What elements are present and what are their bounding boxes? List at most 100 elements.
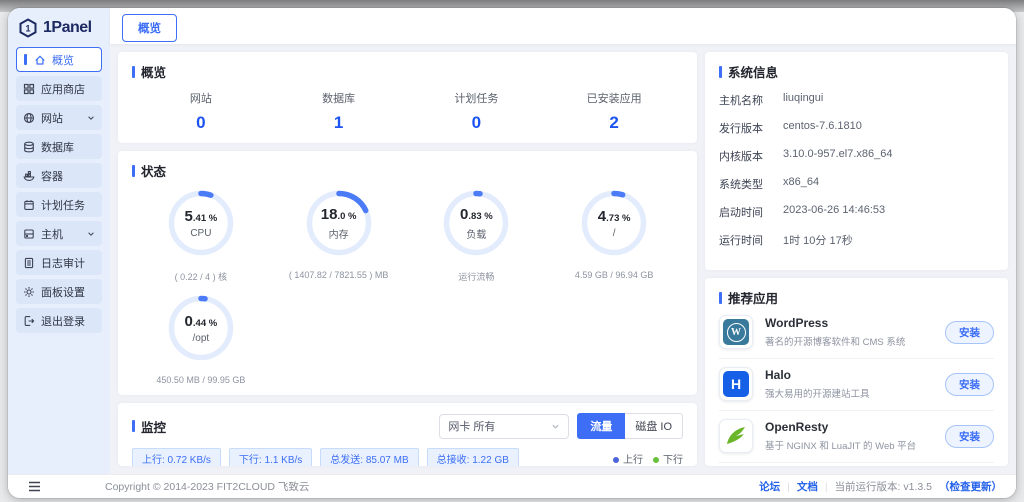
recommended-apps-card: 推荐应用 W WordPress 著名的开源博客软件和 CMS 系统 安装 H [705,278,1008,466]
gauge-caption: 4.59 GB / 96.94 GB [574,270,654,280]
legend-down-label: 下行 [663,455,683,466]
sidebar-item-overview[interactable]: 概览 [16,47,102,72]
gauge-caption: 450.50 MB / 99.95 GB [156,375,246,385]
install-wordpress-button[interactable]: 安装 [945,320,994,344]
legend-down-dot [653,457,659,463]
hamburger-icon[interactable] [28,481,41,492]
tag-total-sent: 总发送: 85.07 MB [320,448,419,466]
app-row-openresty: OpenResty 基于 NGINX 和 LuaJIT 的 Web 平台 安装 [719,411,994,463]
legend-down[interactable]: 下行 [653,451,683,466]
version-text: 当前运行版本: v1.3.5 [834,481,932,493]
gauge-value-frac: .0 % [337,210,357,222]
grid-icon [23,83,35,94]
docs-link[interactable]: 文档 [797,479,818,494]
wordpress-icon: W [719,315,753,349]
section-marker [719,65,722,78]
legend-up[interactable]: 上行 [613,451,643,466]
divider: | [824,480,828,493]
sidebar-item-host[interactable]: 主机 [16,221,102,246]
gauge-value: 0 [184,312,193,330]
chevron-down-icon [88,115,94,120]
app-row-halo: H Halo 强大易用的开源建站工具 安装 [719,359,994,411]
sidebar-item-label: 退出登录 [41,315,85,328]
app-window: 1 1Panel 概览 应用商店 网站 数据库 容器 计划任务 主机 日志审计 … [8,8,1016,498]
chevron-down-icon [88,231,94,236]
install-openresty-button[interactable]: 安装 [945,424,994,448]
app-name: WordPress [765,316,829,330]
monitor-card: 监控 网卡 所有 流量 磁盘 IO 上行: 0.72 KB/s 下行: 1.1 … [118,403,697,466]
sidebar-item-website[interactable]: 网站 [16,105,102,130]
stat-databases: 数据库 1 [270,90,408,133]
forum-link[interactable]: 论坛 [759,479,780,494]
tab-overview[interactable]: 概览 [122,14,177,42]
sidebar-item-cronjob[interactable]: 计划任务 [16,192,102,217]
stat-label: 已安装应用 [586,93,642,105]
sidebar-item-logout[interactable]: 退出登录 [16,308,102,333]
sidebar-item-label: 计划任务 [41,199,85,212]
gauge-value-frac: .73 % [606,212,631,224]
sidebar-item-container[interactable]: 容器 [16,163,102,188]
openresty-icon [719,419,753,453]
install-halo-button[interactable]: 安装 [945,372,994,396]
gauge-opt-disk: 0.44 % /opt 450.50 MB / 99.95 GB [132,293,270,385]
app-desc: 著名的开源博客软件和 CMS 系统 [765,337,906,348]
main-area: 概览 概览 网站 0 数据库 1 计划任务 0 已安装应用 2 状态 5.41 … [110,8,1016,474]
stat-websites: 网站 0 [132,90,270,133]
tag-total-received: 总接收: 1.22 GB [426,448,519,466]
sidebar-item-label: 概览 [52,54,74,67]
gauge-value: 18 [320,205,338,223]
status-card: 状态 5.41 % CPU (0.22 / 4) 核 18.0 % 内存 (… [118,151,697,395]
traffic-button[interactable]: 流量 [577,413,626,439]
gauge-label: CPU [190,227,212,239]
section-marker [132,65,135,78]
overview-card: 概览 网站 0 数据库 1 计划任务 0 已安装应用 2 [118,52,697,143]
sidebar-item-settings[interactable]: 面板设置 [16,279,102,304]
stat-cronjobs: 计划任务 0 [408,90,546,133]
info-row-hostname: 主机名称 liuqingui [719,92,824,107]
tag-upstream: 上行: 0.72 KB/s [132,448,221,466]
disk-io-button[interactable]: 磁盘 IO [625,413,683,439]
tag-downstream: 下行: 1.1 KB/s [228,448,313,466]
legend-up-label: 上行 [623,455,643,466]
app-row-wordpress: W WordPress 著名的开源博客软件和 CMS 系统 安装 [719,307,994,359]
system-info-card: 系统信息 主机名称 liuqingui 发行版本 centos-7.6.1810 内… [705,52,1008,270]
sidebar-item-label: 网站 [41,112,63,125]
sidebar: 1 1Panel 概览 应用商店 网站 数据库 容器 计划任务 主机 日志审计 … [8,8,110,474]
stat-value-link[interactable]: 0 [132,113,270,133]
stat-value-link[interactable]: 2 [545,113,683,133]
selected-indicator [24,54,27,65]
stat-label: 网站 [189,93,212,105]
container-icon [23,170,35,181]
brand-logo[interactable]: 1 1Panel [8,8,110,47]
home-icon [35,54,45,65]
app-row-mysql: MySQL MySQL MySQL 开源关系型数据库 安装 [719,463,994,466]
gauge-label: 内存 [328,229,349,241]
gauge-label: /opt [192,332,210,344]
gear-icon [24,286,34,297]
app-desc: 强大易用的开源建站工具 [765,389,870,400]
sidebar-item-label: 应用商店 [41,83,85,96]
host-icon [24,228,34,239]
gauge-value: 4 [597,207,607,225]
check-update-link[interactable]: （检查更新） [939,479,1002,494]
sidebar-item-database[interactable]: 数据库 [16,134,102,159]
chevron-down-icon [552,424,559,429]
stat-value-link[interactable]: 1 [270,113,408,133]
info-row-boot-time: 启动时间 2023-06-26 14:46:53 [719,204,886,219]
calendar-icon [24,199,34,210]
gauge-load: 0.83 % 负载 运行流畅 [408,188,546,283]
gauge-value: 5 [184,207,193,225]
logout-icon [24,315,35,326]
gauge-caption: ( 1407.82 / 7821.55 ) MB [288,270,389,280]
gauge-caption: ( 0.22 / 4 ) 核 [174,272,228,282]
stat-value-link[interactable]: 0 [408,113,546,133]
status-title: 状态 [141,165,167,179]
monitor-title: 监控 [141,420,167,435]
halo-icon: H [719,367,753,401]
sidebar-item-label: 主机 [41,228,63,241]
nic-select[interactable]: 网卡 所有 [439,413,570,439]
sidebar-item-logs[interactable]: 日志审计 [16,250,102,275]
section-marker [132,164,135,177]
sidebar-item-app-store[interactable]: 应用商店 [16,76,102,101]
info-row-uptime: 运行时间 1时 10分 17秒 [719,235,853,247]
